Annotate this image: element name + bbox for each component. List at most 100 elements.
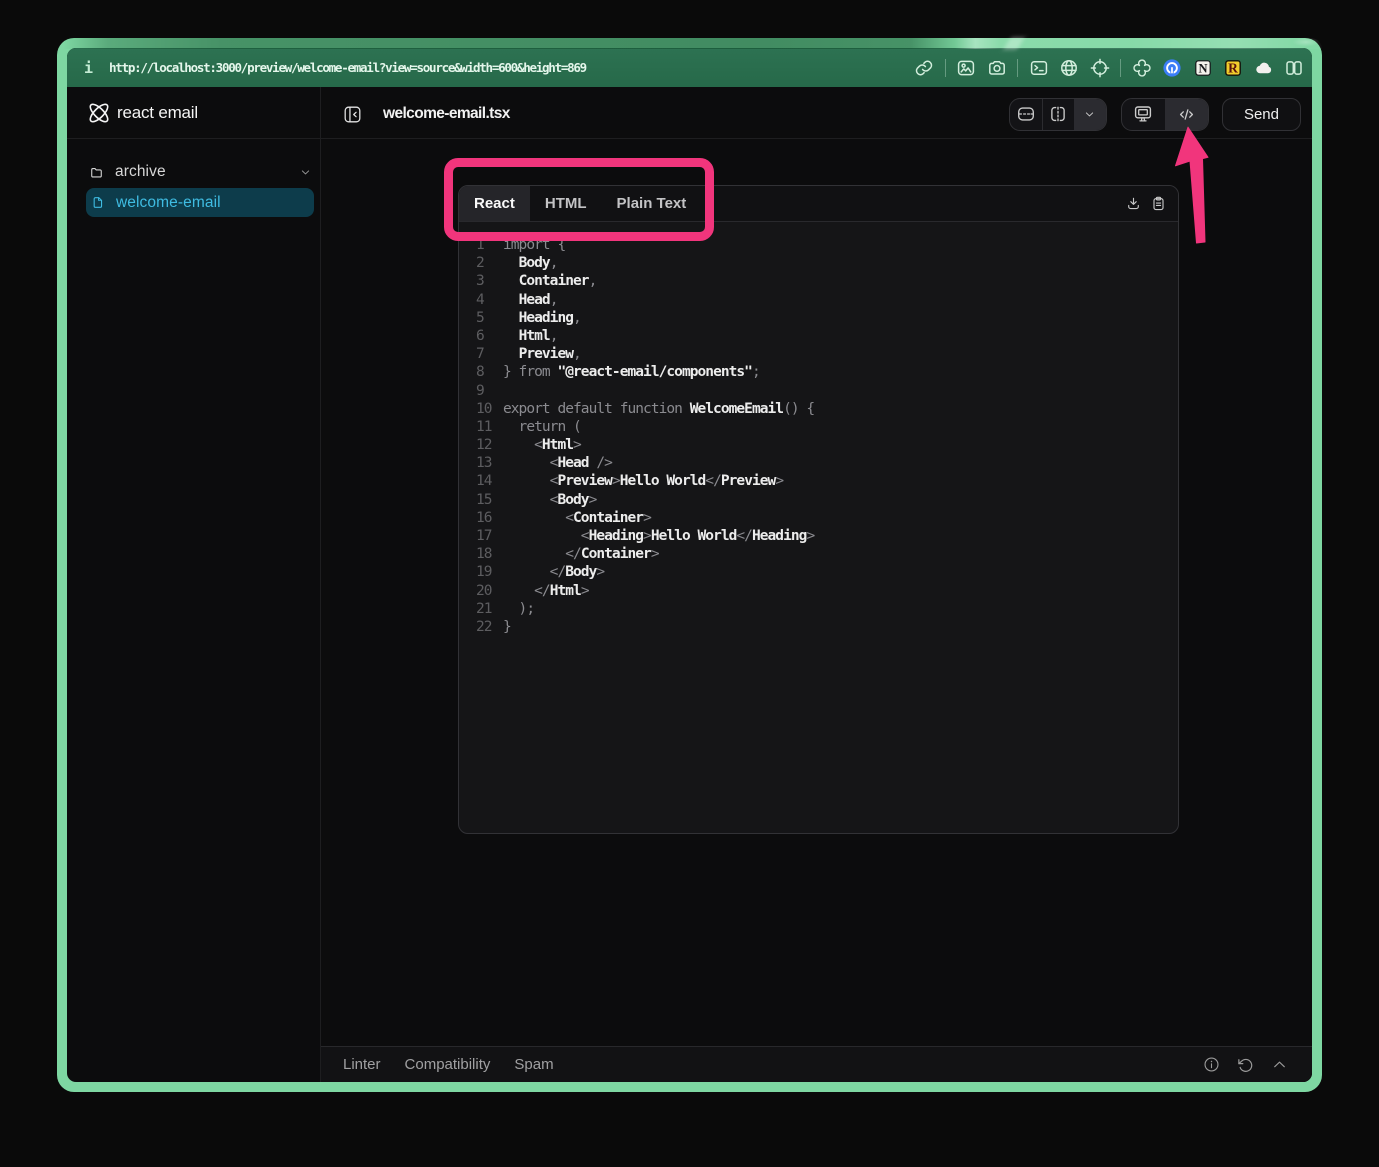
sidebar-item-welcome-email[interactable]: welcome-email xyxy=(86,188,314,217)
file-icon xyxy=(91,196,104,209)
line-number: 1 xyxy=(476,236,503,254)
code-line-15: 15 <Body> xyxy=(476,491,1178,509)
toolbar-divider xyxy=(945,59,946,77)
svg-text:N: N xyxy=(1198,61,1207,75)
folder-icon xyxy=(90,166,103,179)
picture-frame-icon[interactable] xyxy=(956,58,976,78)
collapse-sidebar-button[interactable] xyxy=(344,106,361,123)
code-line-6: 6 Html, xyxy=(476,327,1178,345)
line-number: 7 xyxy=(476,345,503,363)
tab-plain-text[interactable]: Plain Text xyxy=(602,186,702,221)
main-area: welcome-email.tsx Send xyxy=(321,87,1312,1082)
bottom-tab-spam[interactable]: Spam xyxy=(514,1056,553,1073)
code-line-10: 10export default function WelcomeEmail()… xyxy=(476,400,1178,418)
line-number: 22 xyxy=(476,618,503,636)
code-line-18: 18 </Container> xyxy=(476,545,1178,563)
toolbar-divider xyxy=(1120,59,1121,77)
line-number: 12 xyxy=(476,436,503,454)
globe-icon[interactable] xyxy=(1059,58,1079,78)
code-line-16: 16 <Container> xyxy=(476,509,1178,527)
browser-url-bar[interactable]: i http://localhost:3000/preview/welcome-… xyxy=(67,48,1312,87)
bottom-tab-compatibility[interactable]: Compatibility xyxy=(405,1056,491,1073)
knot-icon[interactable] xyxy=(1132,58,1152,78)
header-controls: Send xyxy=(1009,98,1301,131)
file-label: welcome-email xyxy=(116,194,221,212)
tab-html[interactable]: HTML xyxy=(530,186,602,221)
main-body: ReactHTMLPlain Text 1import {2 Body,3 Co… xyxy=(321,139,1312,1046)
line-number: 19 xyxy=(476,563,503,581)
line-number: 14 xyxy=(476,472,503,490)
terminal-icon[interactable] xyxy=(1029,58,1049,78)
sidebar-nav: archive welcome-email xyxy=(67,139,320,217)
url-text[interactable]: http://localhost:3000/preview/welcome-em… xyxy=(109,60,586,75)
line-number: 3 xyxy=(476,272,503,290)
sidebar-folder-archive[interactable]: archive xyxy=(86,158,314,186)
info-circle-icon[interactable] xyxy=(1203,1056,1220,1073)
react-email-logo-icon xyxy=(88,102,110,124)
crosshair-icon[interactable] xyxy=(1090,58,1110,78)
chevron-up-icon[interactable] xyxy=(1271,1056,1288,1073)
line-number: 9 xyxy=(476,382,503,400)
viewport-width-button[interactable] xyxy=(1042,99,1074,130)
desktop-preview-button[interactable] xyxy=(1122,99,1165,130)
line-number: 11 xyxy=(476,418,503,436)
folder-label: archive xyxy=(115,163,166,181)
line-number: 13 xyxy=(476,454,503,472)
browser-window: i http://localhost:3000/preview/welcome-… xyxy=(67,48,1312,1082)
clipboard-copy-icon[interactable] xyxy=(1151,196,1166,211)
bottom-bar: Linter Compatibility Spam xyxy=(321,1046,1312,1082)
code-line-8: 8} from "@react-email/components"; xyxy=(476,363,1178,381)
code-line-7: 7 Preview, xyxy=(476,345,1178,363)
bottom-bar-icons xyxy=(1203,1056,1288,1073)
browser-window-frame: i http://localhost:3000/preview/welcome-… xyxy=(57,38,1322,1092)
line-number: 4 xyxy=(476,291,503,309)
bottom-tab-linter[interactable]: Linter xyxy=(343,1056,381,1073)
chevron-down-icon xyxy=(1083,108,1096,121)
code-panel: ReactHTMLPlain Text 1import {2 Body,3 Co… xyxy=(458,185,1179,834)
tab-react[interactable]: React xyxy=(459,186,530,221)
link-icon[interactable] xyxy=(914,58,934,78)
code-line-21: 21 ); xyxy=(476,600,1178,618)
frame-top-shade xyxy=(57,38,1322,49)
line-number: 15 xyxy=(476,491,503,509)
code-line-17: 17 <Heading>Hello World</Heading> xyxy=(476,527,1178,545)
chevron-down-icon[interactable] xyxy=(299,166,312,179)
code-line-4: 4 Head, xyxy=(476,291,1178,309)
monitor-icon xyxy=(1133,104,1153,124)
source-code-button[interactable] xyxy=(1165,99,1208,130)
onepassword-icon[interactable] xyxy=(1162,58,1182,78)
send-button[interactable]: Send xyxy=(1222,98,1301,131)
notion-icon[interactable]: N xyxy=(1193,58,1213,78)
toolbar-divider xyxy=(1017,59,1018,77)
line-number: 5 xyxy=(476,309,503,327)
code-line-14: 14 <Preview>Hello World</Preview> xyxy=(476,472,1178,490)
code-line-1: 1import { xyxy=(476,236,1178,254)
line-number: 21 xyxy=(476,600,503,618)
line-number: 2 xyxy=(476,254,503,272)
camera-icon[interactable] xyxy=(987,58,1007,78)
code-line-19: 19 </Body> xyxy=(476,563,1178,581)
viewport-height-button[interactable] xyxy=(1010,99,1042,130)
code-line-12: 12 <Html> xyxy=(476,436,1178,454)
info-icon: i xyxy=(84,59,92,77)
page-title: welcome-email.tsx xyxy=(383,105,510,123)
line-number: 10 xyxy=(476,400,503,418)
line-number: 20 xyxy=(476,582,503,600)
line-number: 18 xyxy=(476,545,503,563)
code-icon xyxy=(1177,105,1196,124)
viewport-dropdown-button[interactable] xyxy=(1074,99,1106,130)
line-number: 6 xyxy=(476,327,503,345)
viewport-size-group xyxy=(1009,98,1107,131)
width-dashed-icon xyxy=(1049,105,1067,123)
react-email-app: react email archive welcome-email xyxy=(67,87,1312,1082)
line-number: 17 xyxy=(476,527,503,545)
frame-corner-glow xyxy=(1234,36,1324,96)
code-line-20: 20 </Html> xyxy=(476,582,1178,600)
download-icon[interactable] xyxy=(1126,196,1141,211)
code-line-11: 11 return ( xyxy=(476,418,1178,436)
height-dashed-icon xyxy=(1017,105,1035,123)
code-editor[interactable]: 1import {2 Body,3 Container,4 Head,5 Hea… xyxy=(459,222,1178,833)
line-number: 16 xyxy=(476,509,503,527)
brand-label: react email xyxy=(117,103,198,123)
refresh-icon[interactable] xyxy=(1237,1056,1254,1073)
